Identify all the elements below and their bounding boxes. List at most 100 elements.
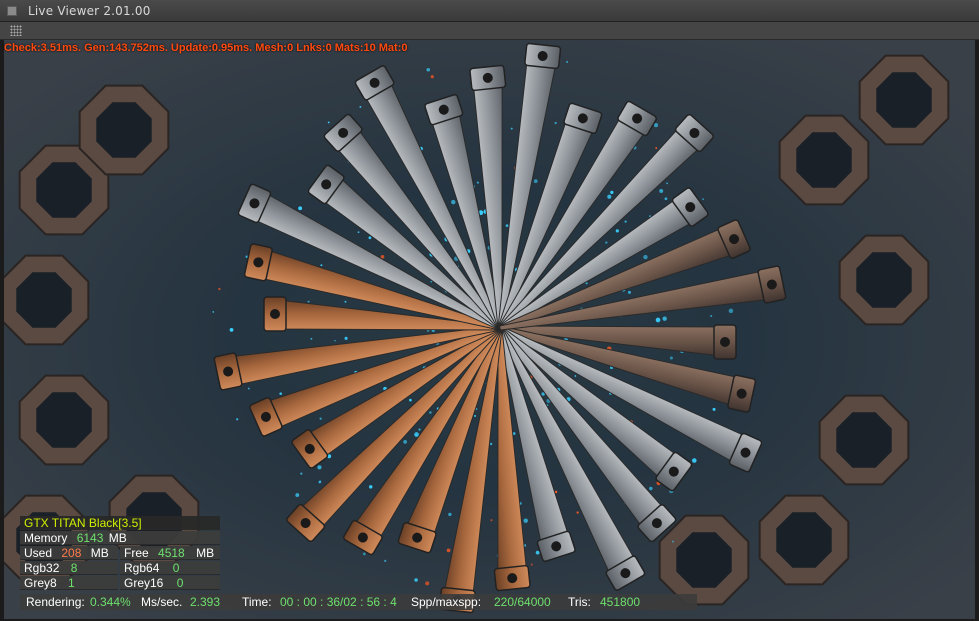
glow-speck: [627, 290, 631, 294]
grey16-label: Grey16: [124, 576, 164, 590]
used-label: Used: [24, 546, 53, 560]
glow-speck: [212, 311, 215, 313]
toolbar-grip-icon[interactable]: [10, 25, 22, 36]
window-title: Live Viewer 2.01.00: [28, 4, 151, 18]
glow-speck: [533, 179, 538, 184]
glow-speck: [702, 198, 704, 201]
rgb64-value: 0: [172, 561, 180, 575]
glow-speck: [344, 336, 348, 340]
glow-speck: [554, 121, 557, 125]
render-status-bar: Rendering: 0.344% Ms/sec. 2.393 Time: 00…: [20, 594, 697, 610]
glow-speck: [490, 519, 493, 522]
glow-speck: [615, 229, 619, 233]
glow-speck: [476, 181, 480, 184]
glow-speck: [334, 339, 336, 342]
glow-speck: [409, 398, 412, 402]
glow-speck: [429, 411, 432, 414]
render-stats-line: Check:3.51ms. Gen:143.752ms. Update:0.95…: [4, 42, 408, 54]
free-label: Free: [124, 546, 149, 560]
free-value: 4518: [158, 546, 185, 560]
glow-speck: [451, 199, 456, 205]
memory-label: Memory: [24, 531, 68, 545]
glow-speck: [362, 552, 366, 556]
toolbar: [0, 22, 979, 40]
rgb64-label: Rgb64: [124, 561, 160, 575]
glow-speck: [643, 254, 648, 260]
glow-speck: [530, 563, 533, 566]
glow-speck: [664, 197, 668, 201]
frame-shape: [838, 234, 930, 326]
frame-shape: [778, 114, 870, 206]
glow-speck: [344, 300, 347, 303]
title-bar: Live Viewer 2.01.00: [0, 0, 979, 22]
glow-speck: [318, 480, 321, 484]
glow-speck: [448, 512, 452, 517]
glow-speck: [236, 418, 239, 421]
grey8-value: 1: [68, 576, 75, 590]
glow-speck: [659, 188, 664, 193]
glow-speck: [295, 493, 300, 497]
glow-speck: [229, 327, 234, 332]
glow-speck: [728, 308, 734, 314]
glow-speck: [300, 472, 303, 475]
glow-speck: [418, 428, 421, 431]
glow-speck: [317, 465, 322, 470]
window-menu-icon[interactable]: [7, 6, 17, 16]
frame-shape: [858, 54, 950, 146]
glow-speck: [574, 375, 577, 377]
glow-speck: [692, 458, 697, 463]
glow-speck: [649, 486, 653, 491]
rgb32-value: 8: [70, 561, 78, 575]
glow-speck: [403, 440, 407, 444]
rgb32-label: Rgb32: [24, 561, 60, 575]
glow-speck: [319, 417, 322, 420]
glow-speck: [624, 220, 627, 223]
glow-speck: [672, 540, 674, 543]
glow-speck: [605, 241, 608, 244]
glow-speck: [666, 182, 668, 185]
tris-value: 451800: [600, 595, 641, 609]
grey8-label: Grey8: [24, 576, 57, 590]
glow-speck: [474, 414, 477, 417]
glow-speck: [368, 485, 373, 489]
frame-shape: [18, 374, 110, 466]
frame-shape: [818, 394, 910, 486]
rendering-label: Rendering:: [26, 595, 85, 609]
glow-speck: [610, 190, 614, 194]
glow-speck: [218, 287, 221, 291]
time-value: 00 : 00 : 36/02 : 56 : 4: [280, 595, 397, 609]
gpu-name: GTX TITAN Black[3.5]: [24, 516, 142, 530]
mssec-label: Ms/sec.: [141, 595, 183, 609]
frame-shape: [4, 254, 90, 346]
glow-speck: [505, 224, 509, 227]
glow-speck: [384, 559, 387, 562]
glow-speck: [535, 550, 540, 555]
glow-speck: [414, 578, 418, 582]
glow-speck: [607, 194, 612, 199]
glow-speck: [307, 300, 310, 303]
gpu-info-panel: GTX TITAN Black[3.5] Memory 6143 MB Used…: [20, 516, 220, 590]
frame-shape: [658, 514, 750, 606]
glow-speck: [712, 407, 716, 411]
glow-speck: [247, 387, 250, 390]
frame-shape: [758, 494, 850, 586]
spp-value: 220/64000: [494, 595, 551, 609]
glow-speck: [655, 147, 658, 149]
used-unit: MB: [90, 546, 109, 560]
tris-label: Tris:: [568, 595, 591, 609]
glow-speck: [310, 337, 313, 340]
glow-speck: [510, 127, 513, 130]
glow-speck: [430, 75, 434, 79]
mssec-value: 2.393: [190, 595, 221, 609]
frame-shape: [78, 84, 170, 176]
glow-speck: [446, 548, 451, 553]
glow-speck: [655, 317, 661, 323]
glow-speck: [710, 314, 713, 318]
glow-speck: [368, 236, 372, 240]
grey16-value: 0: [176, 576, 184, 590]
rendering-value: 0.344%: [90, 595, 131, 609]
time-label: Time:: [242, 595, 272, 609]
glow-speck: [327, 121, 330, 124]
glow-speck: [523, 518, 528, 523]
glow-speck: [489, 442, 493, 446]
